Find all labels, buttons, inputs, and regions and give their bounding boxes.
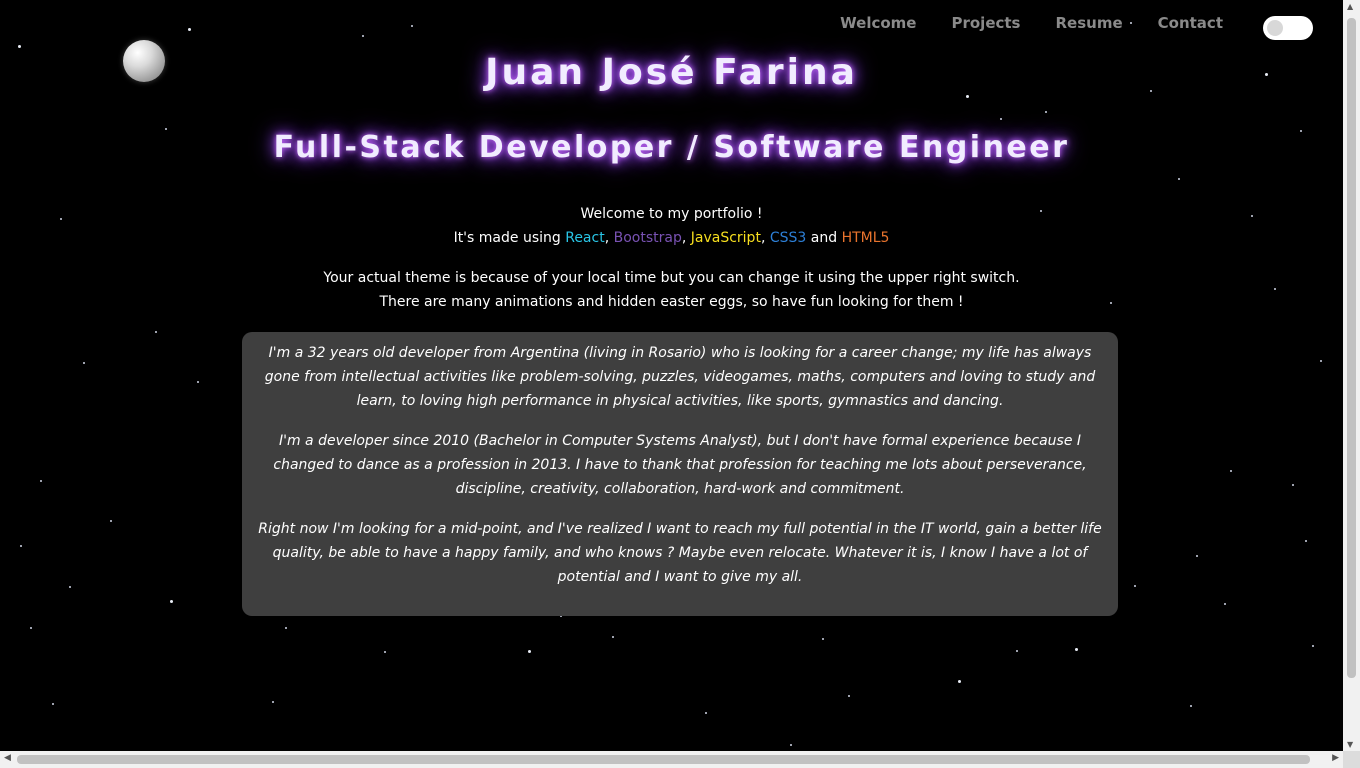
star: [362, 35, 364, 37]
scroll-down-arrow-icon[interactable]: ▼: [1347, 740, 1353, 749]
star: [272, 701, 274, 703]
tech-css3: CSS3: [769, 230, 807, 246]
star: [18, 45, 21, 48]
star: [170, 600, 173, 603]
nav-link-projects[interactable]: Projects: [951, 14, 1020, 32]
horizontal-scroll-thumb[interactable]: [17, 755, 1310, 764]
vertical-scroll-thumb[interactable]: [1347, 18, 1356, 678]
welcome-text: Welcome to my portfolio !: [580, 206, 763, 222]
star: [1178, 178, 1180, 180]
star: [69, 586, 71, 588]
star: [848, 695, 850, 697]
separator: ,: [604, 230, 614, 246]
page-subtitle: Full-Stack Developer / Software Engineer: [273, 130, 1070, 165]
star: [1230, 470, 1232, 472]
star: [197, 381, 199, 383]
theme-toggle-switch[interactable]: [1263, 16, 1313, 40]
star: [790, 744, 792, 746]
star: [285, 627, 287, 629]
star: [1305, 540, 1307, 542]
made-using-prefix: It's made using: [453, 230, 566, 246]
about-paragraph: Right now I'm looking for a mid-point, a…: [258, 521, 1102, 585]
main-nav: Welcome Projects Resume Contact: [840, 14, 1223, 32]
star: [52, 703, 54, 705]
star: [958, 680, 961, 683]
star: [188, 28, 191, 31]
star: [966, 95, 969, 98]
star: [110, 520, 112, 522]
about-paragraph: I'm a developer since 2010 (Bachelor in …: [273, 433, 1087, 497]
theme-info-text: Your actual theme is because of your loc…: [323, 270, 1020, 286]
vertical-scrollbar[interactable]: ▲ ▼: [1343, 0, 1360, 751]
scrollbar-corner: [1343, 751, 1360, 768]
tech-react: React: [565, 230, 605, 246]
star: [1016, 650, 1018, 652]
separator: ,: [681, 230, 691, 246]
toggle-knob: [1267, 20, 1283, 36]
and-text: and: [806, 230, 842, 246]
star: [822, 638, 824, 640]
horizontal-scrollbar[interactable]: ◀ ▶: [0, 751, 1343, 768]
tech-bootstrap: Bootstrap: [613, 230, 682, 246]
made-using-line: It's made using React, Bootstrap, JavaSc…: [0, 226, 1343, 250]
star: [1075, 648, 1078, 651]
nav-link-contact[interactable]: Contact: [1158, 14, 1223, 32]
intro-block: Welcome to my portfolio ! It's made usin…: [0, 202, 1343, 250]
star: [20, 545, 22, 547]
tech-html5: HTML5: [841, 230, 890, 246]
star: [1320, 360, 1322, 362]
star: [612, 636, 614, 638]
tech-javascript: JavaScript: [690, 230, 761, 246]
star: [411, 25, 413, 27]
scroll-right-arrow-icon[interactable]: ▶: [1332, 753, 1339, 763]
scroll-left-arrow-icon[interactable]: ◀: [4, 753, 11, 763]
star: [1190, 705, 1192, 707]
star: [40, 480, 42, 482]
star: [30, 627, 32, 629]
star: [1000, 118, 1002, 120]
star: [1224, 603, 1226, 605]
star: [1196, 555, 1198, 557]
about-card: I'm a 32 years old developer from Argent…: [242, 332, 1118, 616]
easter-egg-text: There are many animations and hidden eas…: [379, 294, 964, 310]
separator: ,: [760, 230, 770, 246]
page-viewport: Welcome Projects Resume Contact Juan Jos…: [0, 0, 1343, 751]
star: [384, 651, 386, 653]
scroll-up-arrow-icon[interactable]: ▲: [1347, 2, 1353, 11]
star: [155, 331, 157, 333]
star: [1045, 111, 1047, 113]
nav-link-resume[interactable]: Resume: [1056, 14, 1123, 32]
nav-link-welcome[interactable]: Welcome: [840, 14, 916, 32]
about-paragraph: I'm a 32 years old developer from Argent…: [264, 345, 1096, 409]
page-title: Juan José Farina: [485, 52, 858, 93]
theme-info-block: Your actual theme is because of your loc…: [0, 266, 1343, 314]
star: [1134, 585, 1136, 587]
star: [1292, 484, 1294, 486]
star: [528, 650, 531, 653]
star: [83, 362, 85, 364]
star: [705, 712, 707, 714]
star: [1312, 645, 1314, 647]
